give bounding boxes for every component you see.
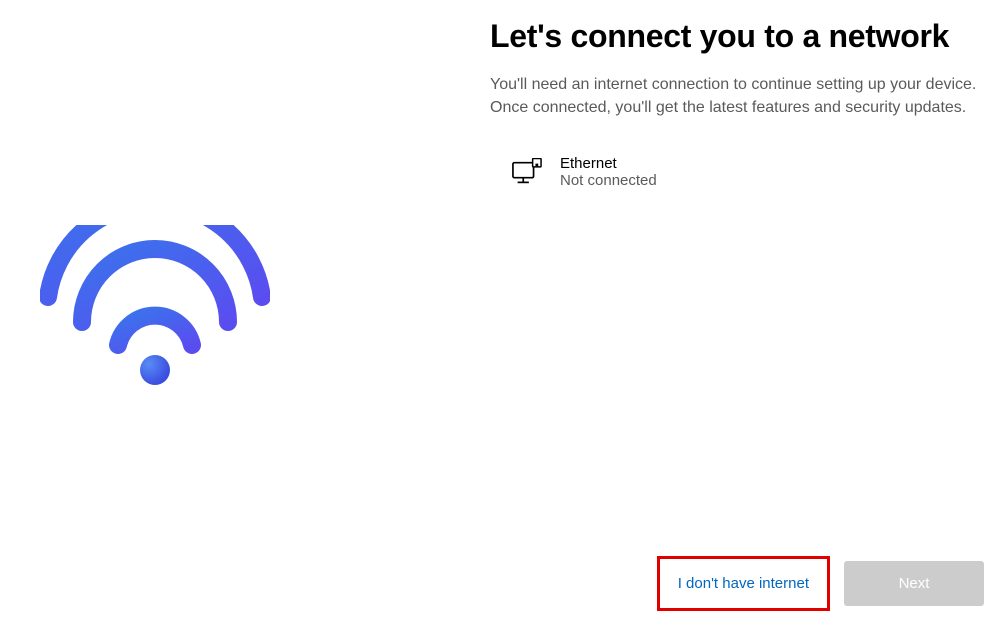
page-title: Let's connect you to a network xyxy=(490,18,984,55)
ethernet-network-item[interactable]: Ethernet Not connected xyxy=(490,151,984,193)
next-button[interactable]: Next xyxy=(844,561,984,606)
content-panel: Let's connect you to a network You'll ne… xyxy=(490,0,1000,629)
network-info: Ethernet Not connected xyxy=(560,155,657,189)
skip-button-highlight: I don't have internet xyxy=(657,556,830,611)
button-row: I don't have internet Next xyxy=(657,556,984,611)
network-status: Not connected xyxy=(560,172,657,189)
ethernet-icon xyxy=(512,158,542,186)
skip-internet-button[interactable]: I don't have internet xyxy=(662,561,825,606)
illustration-panel xyxy=(0,0,490,629)
wifi-icon xyxy=(40,225,270,390)
page-description: You'll need an internet connection to co… xyxy=(490,73,980,119)
network-name: Ethernet xyxy=(560,155,657,172)
